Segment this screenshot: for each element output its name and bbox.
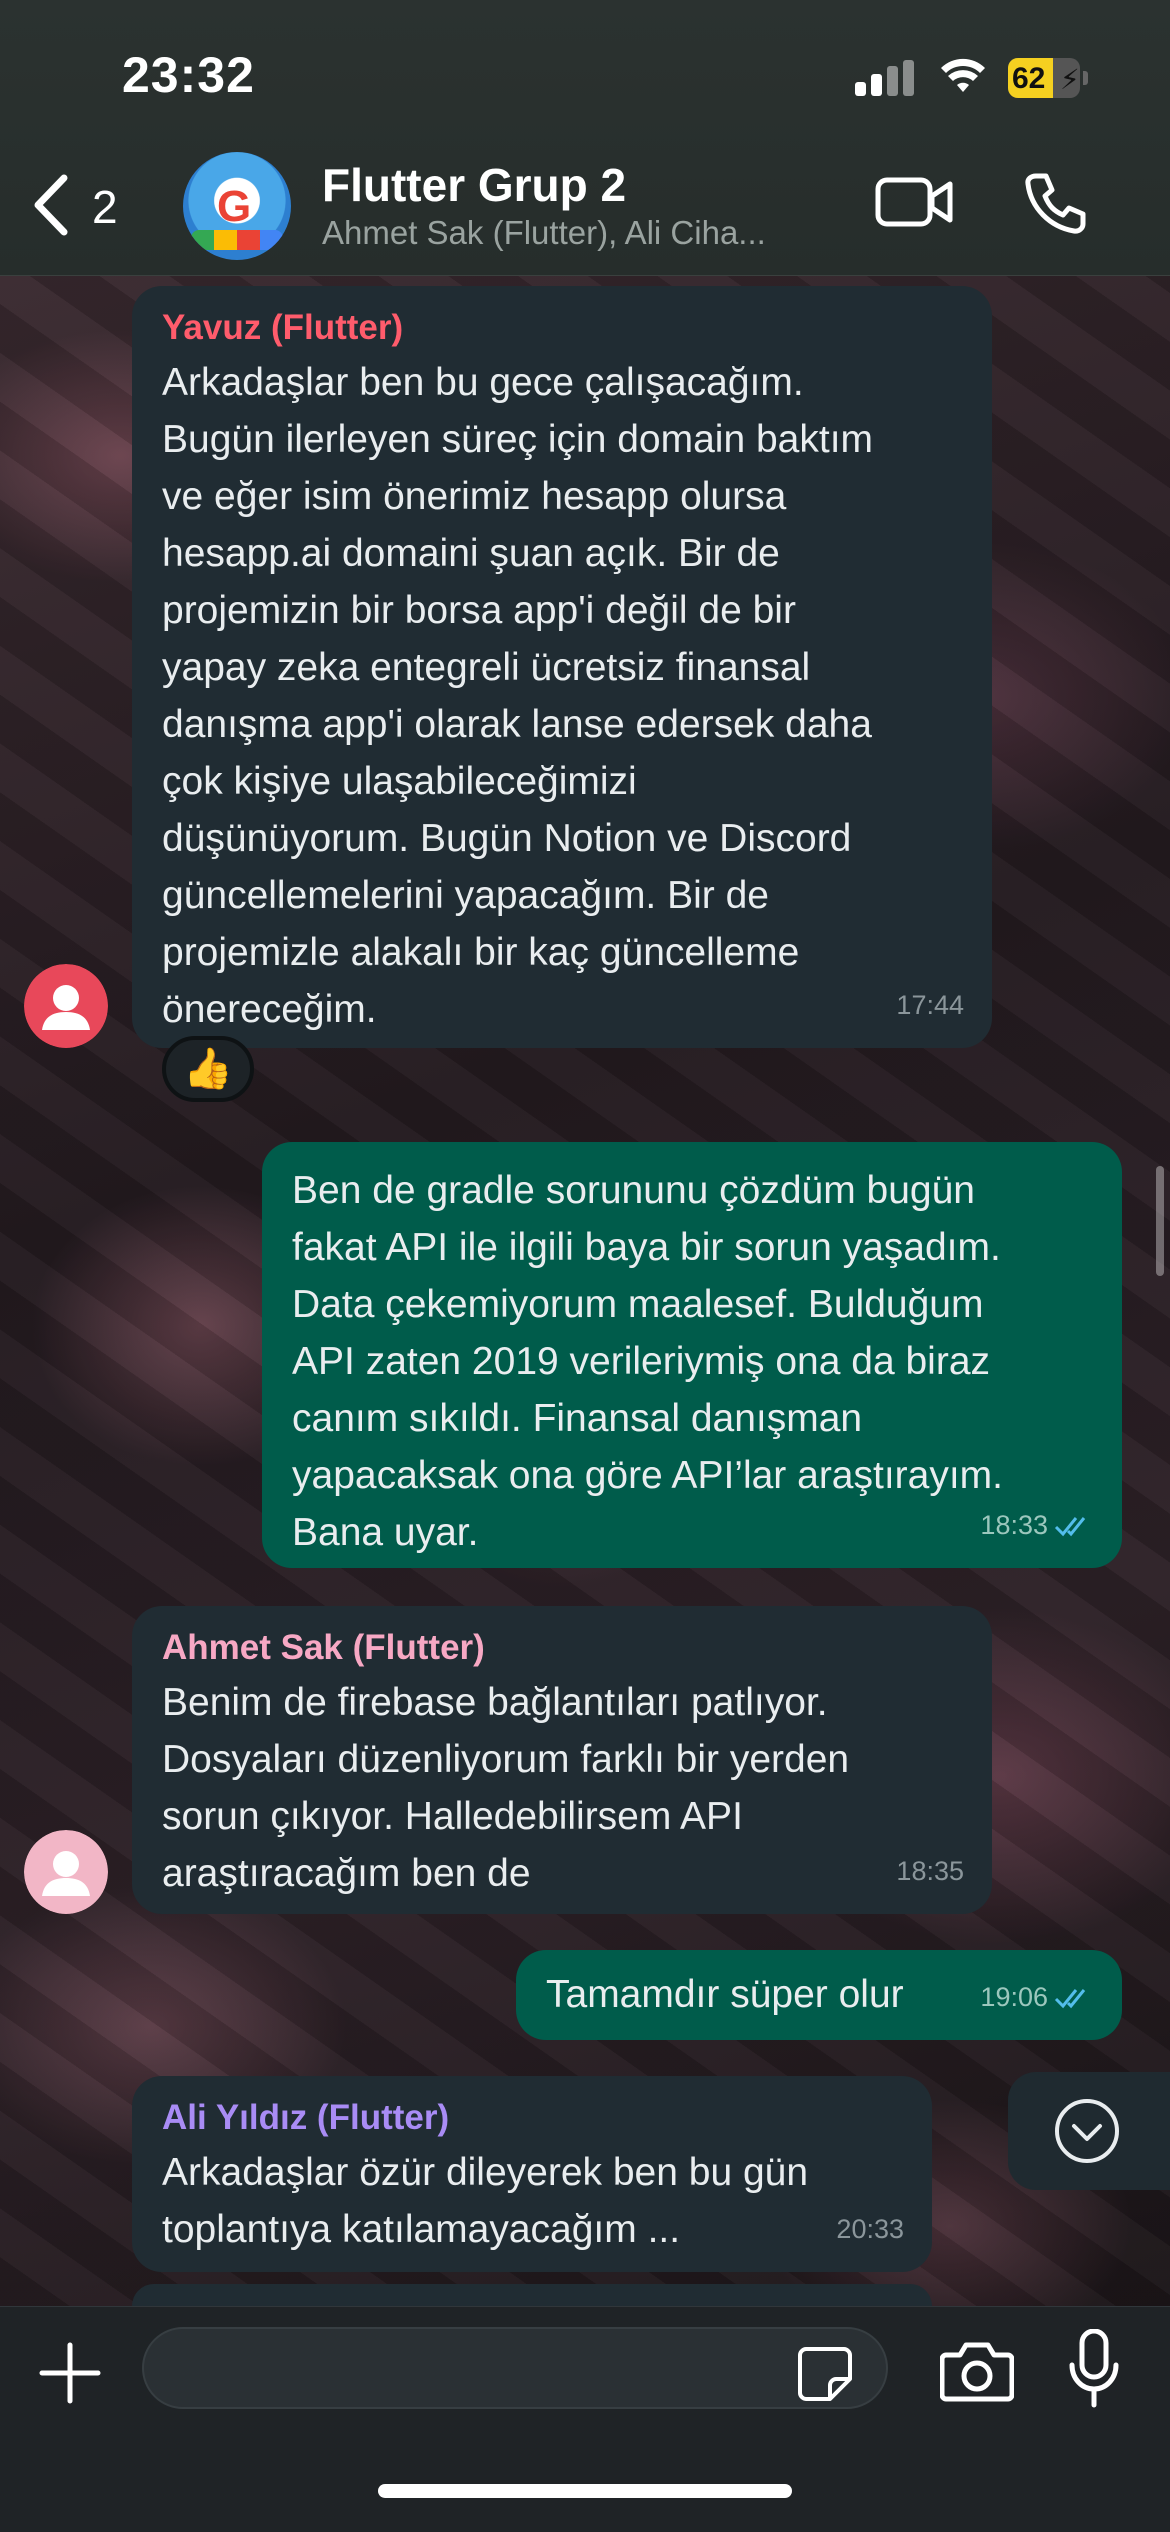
thumbs-up-icon: 👍 xyxy=(183,1047,233,1091)
camera-icon[interactable] xyxy=(940,2337,1014,2403)
message-bubble-incoming[interactable]: Yavuz (Flutter) Arkadaşlar ben bu gece ç… xyxy=(132,286,992,1048)
message-sender: Ali Yıldız (Flutter) xyxy=(162,2098,450,2137)
scrollbar[interactable] xyxy=(1156,1166,1164,1276)
scroll-to-bottom-button[interactable] xyxy=(1008,2072,1170,2190)
chevron-down-circle-icon xyxy=(1055,2099,1119,2163)
chat-header: 23:32 62 ⚡ 2 G Flutter Grup 2 Ahmet Sak … xyxy=(0,0,1170,276)
composer-bar xyxy=(0,2306,1170,2532)
status-time: 23:32 xyxy=(122,47,255,103)
cellular-signal-icon xyxy=(855,60,915,96)
message-text: Benim de firebase bağlantıları patlıyor.… xyxy=(162,1681,850,1895)
battery-percent: 62 xyxy=(1012,62,1046,95)
message-time: 19:06 xyxy=(980,1982,1048,2012)
message-time: 17:44 xyxy=(896,990,964,1020)
battery-indicator: 62 ⚡ xyxy=(1008,58,1088,98)
sticker-icon[interactable] xyxy=(796,2345,854,2403)
message-time: 18:35 xyxy=(896,1856,964,1886)
message-sender: Ahmet Sak (Flutter) xyxy=(162,1628,485,1667)
chevron-left-icon[interactable] xyxy=(24,170,80,240)
message-text: Ben de gradle sorununu çözdüm bugün faka… xyxy=(292,1169,1004,1554)
message-bubble-incoming[interactable]: Ahmet Sak (Flutter) Benim de firebase ba… xyxy=(132,1606,992,1914)
plus-icon[interactable] xyxy=(38,2341,102,2405)
read-ticks-icon xyxy=(1054,1516,1086,1536)
phone-icon[interactable] xyxy=(1022,170,1088,236)
back-unread-count[interactable]: 2 xyxy=(92,180,118,234)
wifi-icon xyxy=(941,58,985,92)
message-bubble-outgoing[interactable]: Ben de gradle sorununu çözdüm bugün faka… xyxy=(262,1142,1122,1568)
message-time: 20:33 xyxy=(836,2214,904,2244)
read-ticks-icon xyxy=(1054,1988,1086,2008)
avatar[interactable] xyxy=(24,964,108,1048)
microphone-icon[interactable] xyxy=(1068,2329,1120,2409)
message-bubble-incoming[interactable]: Ali Yıldız (Flutter) Arkadaşlar özür dil… xyxy=(132,2076,932,2272)
home-indicator[interactable] xyxy=(378,2484,792,2498)
chat-title[interactable]: Flutter Grup 2 xyxy=(322,158,626,212)
video-camera-icon[interactable] xyxy=(874,172,954,232)
charging-bolt-icon: ⚡ xyxy=(1060,64,1080,95)
message-time: 18:33 xyxy=(980,1510,1048,1540)
message-input[interactable] xyxy=(142,2327,888,2409)
message-sender: Yavuz (Flutter) xyxy=(162,308,404,347)
group-avatar[interactable]: G xyxy=(183,152,291,260)
message-bubble-outgoing[interactable]: Tamamdır süper olur 19:06 xyxy=(516,1950,1122,2040)
message-bubble-incoming[interactable] xyxy=(132,2284,932,2306)
avatar[interactable] xyxy=(24,1830,108,1914)
chat-members-subtitle[interactable]: Ahmet Sak (Flutter), Ali Ciha... xyxy=(322,214,842,252)
message-text: Arkadaşlar ben bu gece çalışacağım. Bugü… xyxy=(162,361,874,1031)
message-text: Arkadaşlar özür dileyerek ben bu gün top… xyxy=(162,2151,809,2251)
reaction-badge[interactable]: 👍 xyxy=(162,1036,254,1102)
